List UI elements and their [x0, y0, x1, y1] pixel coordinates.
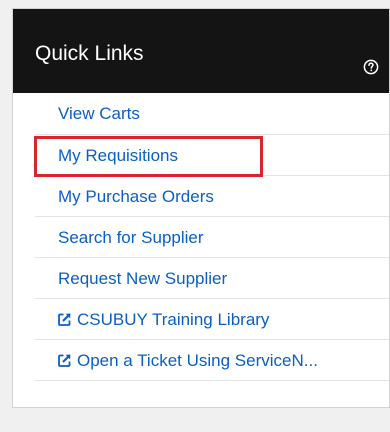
link-label: CSUBUY Training Library: [77, 310, 270, 329]
external-link-icon: [58, 354, 71, 367]
list-item: My Purchase Orders: [35, 176, 389, 217]
link-label: My Purchase Orders: [58, 187, 214, 206]
panel-header: Quick Links: [13, 9, 389, 93]
list-item: Request New Supplier: [35, 258, 389, 299]
list-item: Search for Supplier: [35, 217, 389, 258]
list-item: Open a Ticket Using ServiceN...: [35, 340, 389, 381]
csubuy-training-library-link[interactable]: CSUBUY Training Library: [58, 310, 269, 330]
open-ticket-servicenow-link[interactable]: Open a Ticket Using ServiceN...: [58, 351, 318, 371]
my-requisitions-link[interactable]: My Requisitions: [58, 146, 178, 166]
view-carts-link[interactable]: View Carts: [58, 104, 140, 124]
panel-title: Quick Links: [35, 42, 144, 65]
link-label: Open a Ticket Using ServiceN...: [77, 351, 318, 370]
list-item: My Requisitions: [35, 135, 389, 176]
list-item: View Carts: [35, 93, 389, 135]
question-circle-icon[interactable]: [363, 59, 379, 75]
request-new-supplier-link[interactable]: Request New Supplier: [58, 269, 227, 289]
list-item: CSUBUY Training Library: [35, 299, 389, 340]
link-label: View Carts: [58, 104, 140, 123]
search-for-supplier-link[interactable]: Search for Supplier: [58, 228, 204, 248]
link-label: Search for Supplier: [58, 228, 204, 247]
external-link-icon: [58, 313, 71, 326]
link-label: Request New Supplier: [58, 269, 228, 288]
link-label: My Requisitions: [58, 146, 178, 165]
quick-links-panel: Quick Links View Carts My Requisitions M…: [12, 8, 390, 408]
my-purchase-orders-link[interactable]: My Purchase Orders: [58, 187, 214, 207]
quick-links-list: View Carts My Requisitions My Purchase O…: [13, 93, 389, 381]
